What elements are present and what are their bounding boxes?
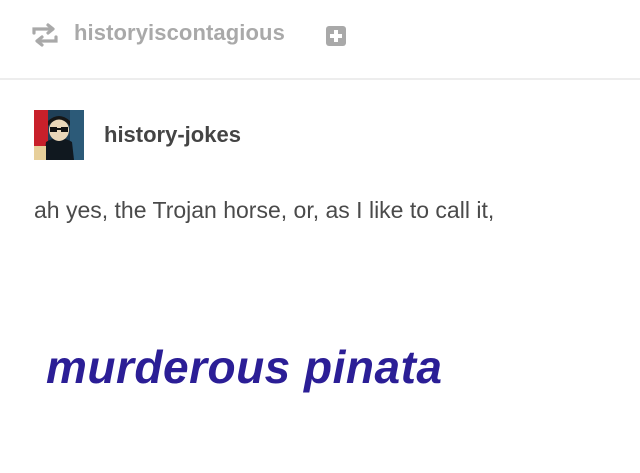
reblog-header: historyiscontagious: [0, 0, 640, 80]
reblog-username-link[interactable]: historyiscontagious: [74, 20, 285, 46]
avatar[interactable]: [34, 110, 84, 160]
reblog-icon: [32, 23, 58, 47]
plus-icon[interactable]: [326, 26, 346, 46]
post-body-text: ah yes, the Trojan horse, or, as I like …: [34, 197, 495, 223]
post-author-link[interactable]: history-jokes: [104, 122, 241, 148]
avatar-image: [34, 110, 84, 160]
post-punchline-text: murderous pinata: [46, 341, 443, 393]
